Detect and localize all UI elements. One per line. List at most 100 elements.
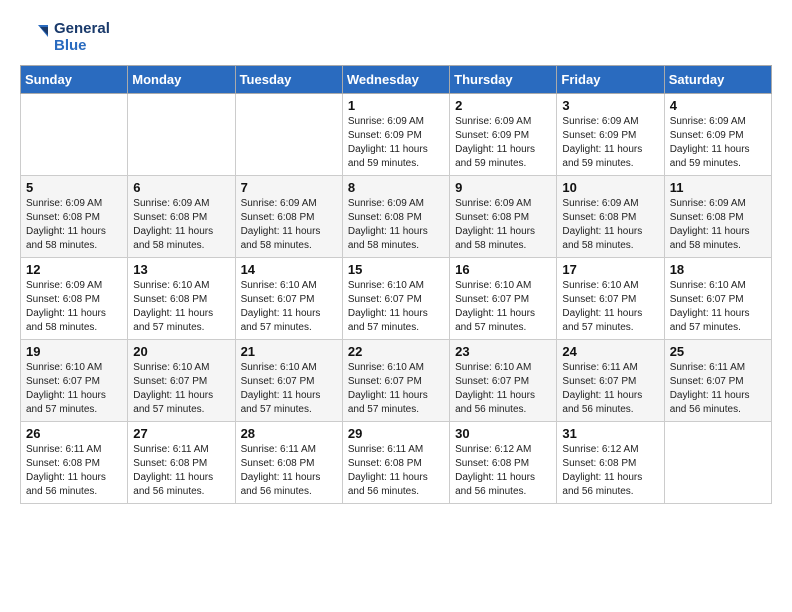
day-cell: 22 Sunrise: 6:10 AM Sunset: 6:07 PM Dayli… [342,339,449,421]
header-friday: Friday [557,65,664,93]
day-cell: 28 Sunrise: 6:11 AM Sunset: 6:08 PM Dayli… [235,421,342,503]
day-cell: 23Sunrise: 6:10 AM Sunset: 6:07 PM Dayli… [450,339,557,421]
day-info: Sunrise: 6:10 AM Sunset: 6:07 PM Dayligh… [562,279,658,335]
day-number: 7 [241,180,337,195]
day-info: Sunrise: 6:09 AM Sunset: 6:08 PM Dayligh… [670,197,766,253]
day-info: Sunrise: 6:09 AM Sunset: 6:08 PM Dayligh… [348,197,444,253]
day-cell: 24 Sunrise: 6:11 AM Sunset: 6:07 PM Dayli… [557,339,664,421]
day-info: Sunrise: 6:09 AM Sunset: 6:08 PM Dayligh… [455,197,551,253]
day-number: 29 [348,426,444,441]
header-tuesday: Tuesday [235,65,342,93]
header-monday: Monday [128,65,235,93]
day-cell: 14 Sunrise: 6:10 AM Sunset: 6:07 PM Dayli… [235,257,342,339]
week-row-5: 26Sunrise: 6:11 AM Sunset: 6:08 PM Dayli… [21,421,772,503]
day-info: Sunrise: 6:10 AM Sunset: 6:07 PM Dayligh… [670,279,766,335]
day-info: Sunrise: 6:11 AM Sunset: 6:08 PM Dayligh… [133,443,229,499]
day-number: 9 [455,180,551,195]
day-cell: 3 Sunrise: 6:09 AM Sunset: 6:09 PM Daylig… [557,93,664,175]
day-cell: 25Sunrise: 6:11 AM Sunset: 6:07 PM Dayli… [664,339,771,421]
calendar-header-row: SundayMondayTuesdayWednesdayThursdayFrid… [21,65,772,93]
day-number: 20 [133,344,229,359]
day-number: 3 [562,98,658,113]
day-info: Sunrise: 6:09 AM Sunset: 6:09 PM Dayligh… [348,115,444,171]
day-cell [128,93,235,175]
day-info: Sunrise: 6:09 AM Sunset: 6:08 PM Dayligh… [26,279,122,335]
day-cell: 21Sunrise: 6:10 AM Sunset: 6:07 PM Dayli… [235,339,342,421]
day-cell [21,93,128,175]
day-info: Sunrise: 6:09 AM Sunset: 6:09 PM Dayligh… [562,115,658,171]
day-number: 2 [455,98,551,113]
day-cell [664,421,771,503]
day-number: 13 [133,262,229,277]
day-number: 14 [241,262,337,277]
day-info: Sunrise: 6:10 AM Sunset: 6:07 PM Dayligh… [133,361,229,417]
day-info: Sunrise: 6:10 AM Sunset: 6:07 PM Dayligh… [348,361,444,417]
day-info: Sunrise: 6:09 AM Sunset: 6:09 PM Dayligh… [455,115,551,171]
day-info: Sunrise: 6:10 AM Sunset: 6:07 PM Dayligh… [241,361,337,417]
day-info: Sunrise: 6:10 AM Sunset: 6:07 PM Dayligh… [241,279,337,335]
day-cell: 16 Sunrise: 6:10 AM Sunset: 6:07 PM Dayli… [450,257,557,339]
day-cell: 15Sunrise: 6:10 AM Sunset: 6:07 PM Dayli… [342,257,449,339]
day-info: Sunrise: 6:11 AM Sunset: 6:07 PM Dayligh… [562,361,658,417]
day-number: 5 [26,180,122,195]
day-cell: 8 Sunrise: 6:09 AM Sunset: 6:08 PM Daylig… [342,175,449,257]
day-info: Sunrise: 6:11 AM Sunset: 6:07 PM Dayligh… [670,361,766,417]
day-number: 24 [562,344,658,359]
day-cell: 1Sunrise: 6:09 AM Sunset: 6:09 PM Daylig… [342,93,449,175]
calendar-table: SundayMondayTuesdayWednesdayThursdayFrid… [20,65,772,504]
day-number: 6 [133,180,229,195]
day-number: 4 [670,98,766,113]
day-cell: 17 Sunrise: 6:10 AM Sunset: 6:07 PM Dayli… [557,257,664,339]
day-info: Sunrise: 6:09 AM Sunset: 6:08 PM Dayligh… [26,197,122,253]
day-cell: 30 Sunrise: 6:12 AM Sunset: 6:08 PM Dayli… [450,421,557,503]
day-cell: 19Sunrise: 6:10 AM Sunset: 6:07 PM Dayli… [21,339,128,421]
logo-line1: General [54,20,110,37]
day-cell: 31Sunrise: 6:12 AM Sunset: 6:08 PM Dayli… [557,421,664,503]
day-info: Sunrise: 6:12 AM Sunset: 6:08 PM Dayligh… [562,443,658,499]
day-number: 15 [348,262,444,277]
day-info: Sunrise: 6:10 AM Sunset: 6:07 PM Dayligh… [26,361,122,417]
day-cell: 26Sunrise: 6:11 AM Sunset: 6:08 PM Dayli… [21,421,128,503]
day-cell: 7 Sunrise: 6:09 AM Sunset: 6:08 PM Daylig… [235,175,342,257]
day-number: 28 [241,426,337,441]
day-cell: 13 Sunrise: 6:10 AM Sunset: 6:08 PM Dayli… [128,257,235,339]
day-cell: 29Sunrise: 6:11 AM Sunset: 6:08 PM Dayli… [342,421,449,503]
day-number: 30 [455,426,551,441]
day-cell [235,93,342,175]
day-number: 22 [348,344,444,359]
header-thursday: Thursday [450,65,557,93]
day-cell: 2 Sunrise: 6:09 AM Sunset: 6:09 PM Daylig… [450,93,557,175]
day-number: 11 [670,180,766,195]
day-number: 8 [348,180,444,195]
day-cell: 27 Sunrise: 6:11 AM Sunset: 6:08 PM Dayli… [128,421,235,503]
day-info: Sunrise: 6:09 AM Sunset: 6:09 PM Dayligh… [670,115,766,171]
header-saturday: Saturday [664,65,771,93]
day-cell: 12Sunrise: 6:09 AM Sunset: 6:08 PM Dayli… [21,257,128,339]
day-info: Sunrise: 6:12 AM Sunset: 6:08 PM Dayligh… [455,443,551,499]
day-info: Sunrise: 6:09 AM Sunset: 6:08 PM Dayligh… [241,197,337,253]
week-row-3: 12Sunrise: 6:09 AM Sunset: 6:08 PM Dayli… [21,257,772,339]
day-cell: 6 Sunrise: 6:09 AM Sunset: 6:08 PM Daylig… [128,175,235,257]
day-info: Sunrise: 6:10 AM Sunset: 6:08 PM Dayligh… [133,279,229,335]
week-row-4: 19Sunrise: 6:10 AM Sunset: 6:07 PM Dayli… [21,339,772,421]
logo-icon [20,21,52,53]
day-number: 16 [455,262,551,277]
logo-line2: Blue [54,37,110,54]
week-row-1: 1Sunrise: 6:09 AM Sunset: 6:09 PM Daylig… [21,93,772,175]
day-cell: 18Sunrise: 6:10 AM Sunset: 6:07 PM Dayli… [664,257,771,339]
day-number: 17 [562,262,658,277]
day-cell: 9 Sunrise: 6:09 AM Sunset: 6:08 PM Daylig… [450,175,557,257]
day-cell: 10Sunrise: 6:09 AM Sunset: 6:08 PM Dayli… [557,175,664,257]
header-sunday: Sunday [21,65,128,93]
header-wednesday: Wednesday [342,65,449,93]
day-number: 10 [562,180,658,195]
logo: General Blue [20,20,110,55]
week-row-2: 5 Sunrise: 6:09 AM Sunset: 6:08 PM Daylig… [21,175,772,257]
day-info: Sunrise: 6:11 AM Sunset: 6:08 PM Dayligh… [241,443,337,499]
day-info: Sunrise: 6:10 AM Sunset: 6:07 PM Dayligh… [455,279,551,335]
day-number: 27 [133,426,229,441]
day-info: Sunrise: 6:09 AM Sunset: 6:08 PM Dayligh… [133,197,229,253]
day-cell: 4 Sunrise: 6:09 AM Sunset: 6:09 PM Daylig… [664,93,771,175]
header: General Blue [20,20,772,55]
day-info: Sunrise: 6:10 AM Sunset: 6:07 PM Dayligh… [455,361,551,417]
